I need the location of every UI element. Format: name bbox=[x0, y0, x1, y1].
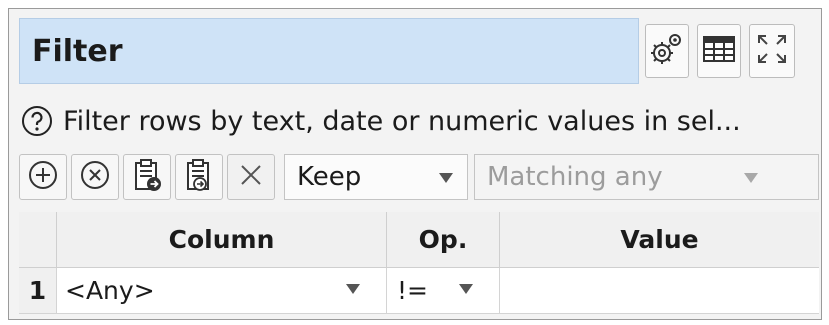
clear-button[interactable] bbox=[227, 154, 275, 200]
matching-select-value: Matching any bbox=[487, 162, 663, 192]
filter-table: Column Op. Value 1 <Any> != bbox=[19, 212, 819, 322]
row-number: 1 bbox=[19, 268, 57, 314]
column-header[interactable]: Column bbox=[57, 212, 387, 268]
operator-select-value: != bbox=[397, 276, 428, 305]
settings-button[interactable] bbox=[645, 24, 689, 78]
chevron-down-icon bbox=[459, 284, 473, 294]
maximize-icon bbox=[756, 33, 788, 69]
value-header[interactable]: Value bbox=[500, 212, 819, 268]
paste-button[interactable] bbox=[123, 154, 171, 200]
help-text: Filter rows by text, date or numeric val… bbox=[63, 105, 741, 137]
column-select-value: <Any> bbox=[65, 276, 155, 305]
operator-select-cell[interactable]: != bbox=[387, 268, 500, 314]
remove-circle-icon bbox=[79, 159, 111, 195]
keep-remove-select[interactable]: Keep bbox=[284, 154, 468, 200]
matching-select[interactable]: Matching any bbox=[474, 154, 819, 200]
add-filter-button[interactable] bbox=[19, 154, 67, 200]
remove-filter-button[interactable] bbox=[71, 154, 119, 200]
paste-append-icon bbox=[183, 158, 215, 196]
table-view-button[interactable] bbox=[697, 24, 741, 78]
add-circle-icon bbox=[27, 159, 59, 195]
filter-toolbar: Keep Matching any bbox=[19, 152, 819, 202]
help-row: Filter rows by text, date or numeric val… bbox=[21, 98, 741, 144]
chevron-down-icon bbox=[744, 173, 758, 183]
panel-title: Filter bbox=[19, 18, 639, 84]
operator-header[interactable]: Op. bbox=[387, 212, 500, 268]
clear-x-icon bbox=[236, 160, 266, 194]
paste-icon bbox=[131, 158, 163, 196]
maximize-button[interactable] bbox=[749, 24, 795, 78]
settings-gear-icon bbox=[649, 31, 685, 71]
row-number-header bbox=[19, 212, 57, 268]
column-select-cell[interactable]: <Any> bbox=[57, 268, 387, 314]
chevron-down-icon bbox=[439, 173, 453, 183]
keep-select-value: Keep bbox=[297, 162, 362, 192]
value-input-cell[interactable] bbox=[500, 268, 819, 314]
chevron-down-icon bbox=[346, 284, 360, 294]
paste-append-button[interactable] bbox=[175, 154, 223, 200]
table-view-icon bbox=[702, 34, 736, 68]
help-question-icon[interactable] bbox=[21, 105, 53, 137]
panel-header: Filter bbox=[19, 18, 815, 86]
